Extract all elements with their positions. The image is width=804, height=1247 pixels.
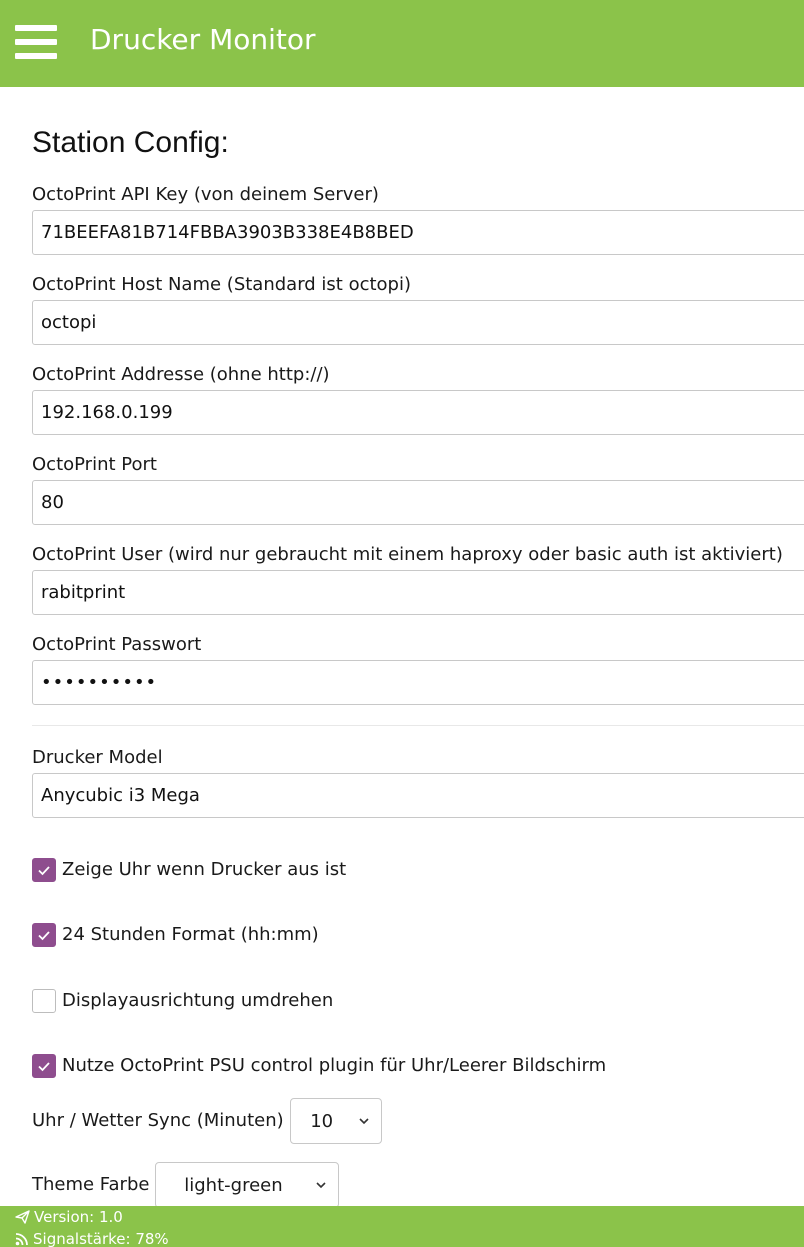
sync-row: Uhr / Wetter Sync (Minuten) 10	[32, 1098, 382, 1144]
password-label: OctoPrint Passwort	[32, 634, 202, 655]
theme-select[interactable]: light-green	[155, 1162, 340, 1208]
rss-icon	[15, 1233, 28, 1246]
api-key-label: OctoPrint API Key (von deinem Server)	[32, 184, 379, 205]
checkbox-label-psu-control: Nutze OctoPrint PSU control plugin für U…	[62, 1055, 607, 1076]
theme-row: Theme Farbe light-green	[32, 1162, 340, 1208]
status-footer: Version: 1.0 Signalstärke: 78%	[0, 1206, 804, 1247]
address-input[interactable]	[32, 390, 804, 435]
checkmark-icon	[38, 930, 50, 940]
section-divider	[32, 725, 804, 726]
app-title: Drucker Monitor	[90, 23, 316, 56]
sync-select[interactable]: 10	[289, 1098, 382, 1144]
sync-select-value: 10	[310, 1110, 334, 1132]
api-key-input[interactable]	[32, 210, 804, 255]
signal-line: Signalstärke: 78%	[15, 1229, 169, 1247]
address-label: OctoPrint Addresse (ohne http://)	[32, 364, 330, 385]
checkbox-flip-display[interactable]	[32, 989, 56, 1013]
user-label: OctoPrint User (wird nur gebraucht mit e…	[32, 544, 783, 565]
checkbox-row-flip-display[interactable]: Displayausrichtung umdrehen	[32, 988, 333, 1014]
checkbox-psu-control[interactable]	[32, 1054, 56, 1078]
host-name-input[interactable]	[32, 300, 804, 345]
checkbox-show-clock[interactable]	[32, 858, 56, 882]
theme-select-value: light-green	[184, 1174, 283, 1196]
page-title: Station Config:	[32, 126, 229, 159]
checkbox-label-show-clock: Zeige Uhr wenn Drucker aus ist	[62, 859, 347, 880]
checkbox-24h[interactable]	[32, 923, 56, 947]
checkmark-icon	[38, 1061, 50, 1071]
version-line: Version: 1.0	[15, 1207, 123, 1227]
chevron-down-icon	[310, 1181, 332, 1189]
user-input[interactable]	[32, 570, 804, 615]
host-name-label: OctoPrint Host Name (Standard ist octopi…	[32, 274, 412, 295]
chevron-down-icon	[353, 1117, 375, 1125]
printer-model-input[interactable]	[32, 773, 804, 818]
signal-text: Signalstärke: 78%	[33, 1230, 169, 1247]
checkbox-row-show-clock[interactable]: Zeige Uhr wenn Drucker aus ist	[32, 857, 346, 883]
version-text: Version: 1.0	[34, 1208, 123, 1226]
port-input[interactable]	[32, 480, 804, 525]
theme-label: Theme Farbe	[32, 1174, 150, 1195]
password-input[interactable]	[32, 660, 804, 705]
checkbox-label-24h: 24 Stunden Format (hh:mm)	[62, 924, 319, 945]
port-label: OctoPrint Port	[32, 454, 157, 475]
checkmark-icon	[38, 865, 50, 875]
printer-model-label: Drucker Model	[32, 747, 163, 768]
checkbox-row-psu-control[interactable]: Nutze OctoPrint PSU control plugin für U…	[32, 1053, 606, 1079]
sync-label: Uhr / Wetter Sync (Minuten)	[32, 1110, 284, 1131]
checkbox-label-flip-display: Displayausrichtung umdrehen	[62, 990, 334, 1011]
hamburger-menu-icon[interactable]	[15, 25, 57, 60]
app-header: Drucker Monitor	[0, 0, 804, 87]
checkbox-row-24h[interactable]: 24 Stunden Format (hh:mm)	[32, 922, 319, 948]
paper-plane-icon	[15, 1210, 30, 1224]
